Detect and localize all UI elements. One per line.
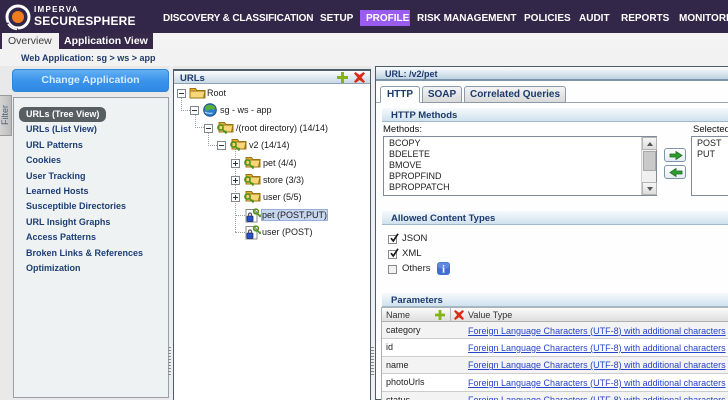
svg-text:i: i (442, 264, 445, 276)
